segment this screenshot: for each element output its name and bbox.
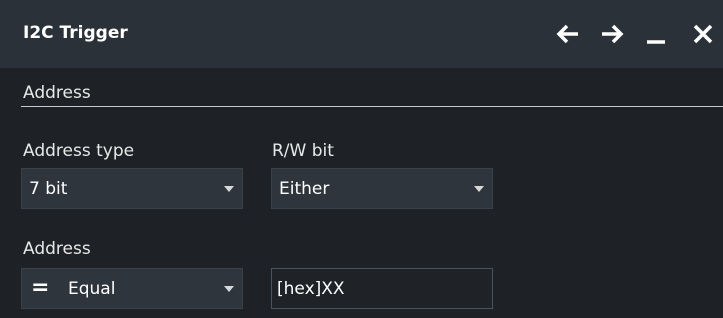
- section-divider: [21, 106, 723, 107]
- chevron-down-icon: [474, 186, 484, 192]
- rw-bit-label: R/W bit: [272, 141, 334, 161]
- chevron-down-icon: [224, 286, 234, 292]
- rw-bit-value: Either: [279, 179, 330, 199]
- title-bar: I2C Trigger: [0, 0, 723, 68]
- address-value-field[interactable]: [hex]XX: [271, 268, 493, 309]
- dialog-title: I2C Trigger: [23, 23, 128, 43]
- address-condition-value: Equal: [68, 279, 116, 299]
- address-type-dropdown[interactable]: 7 bit: [21, 168, 243, 209]
- arrow-left-icon[interactable]: [552, 17, 586, 51]
- equals-icon: =: [31, 275, 50, 300]
- minimize-icon[interactable]: [640, 17, 674, 51]
- address-label: Address: [23, 239, 91, 259]
- arrow-right-icon[interactable]: [594, 17, 628, 51]
- address-type-label: Address type: [23, 141, 135, 161]
- chevron-down-icon: [224, 186, 234, 192]
- rw-bit-dropdown[interactable]: Either: [271, 168, 493, 209]
- address-condition-dropdown[interactable]: = Equal: [21, 268, 243, 309]
- address-type-value: 7 bit: [29, 179, 68, 199]
- section-address-heading: Address: [23, 83, 91, 103]
- close-icon[interactable]: [686, 17, 720, 51]
- address-value: [hex]XX: [277, 279, 345, 299]
